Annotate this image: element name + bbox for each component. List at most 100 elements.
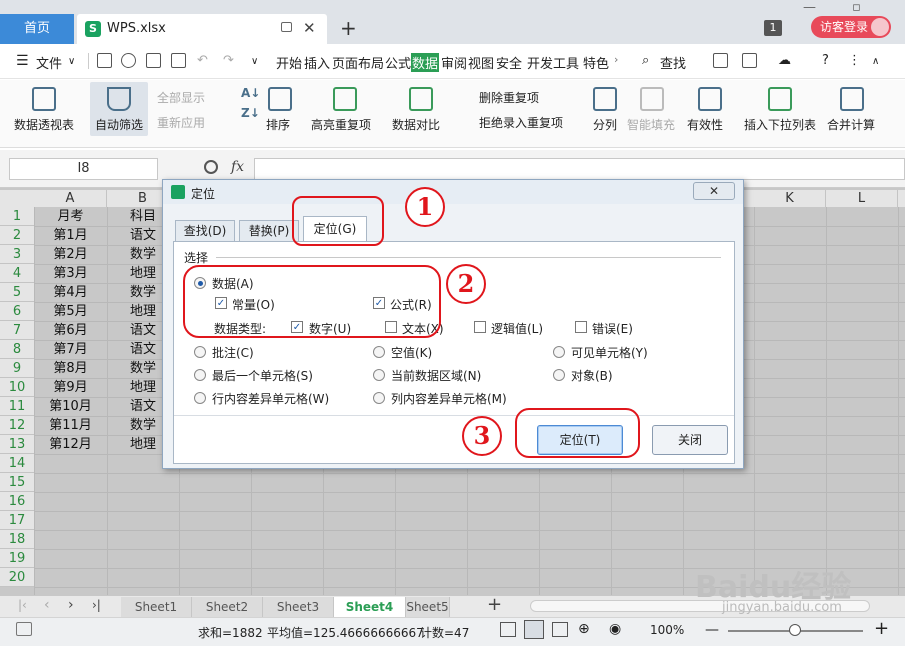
menu-security[interactable]: 安全 bbox=[496, 53, 522, 72]
login-button[interactable]: 访客登录 bbox=[811, 16, 891, 38]
name-box[interactable]: I8 bbox=[9, 158, 158, 180]
zoom-in-icon[interactable]: + bbox=[874, 618, 889, 639]
row-header[interactable]: 3 bbox=[0, 245, 34, 264]
cell-a[interactable]: 第12月 bbox=[34, 435, 107, 454]
file-tab[interactable]: S WPS.xlsx ✕ bbox=[77, 14, 327, 44]
row-header[interactable]: 1 bbox=[0, 207, 34, 226]
autofilter-button[interactable]: 自动筛选 bbox=[95, 116, 143, 133]
row-header[interactable]: 17 bbox=[0, 511, 34, 530]
radio-visible[interactable] bbox=[553, 346, 565, 358]
row-header[interactable]: 10 bbox=[0, 378, 34, 397]
consolidate-button[interactable]: 合并计算 bbox=[827, 116, 875, 133]
zoom-search-icon[interactable] bbox=[204, 160, 218, 174]
last-sheet-icon[interactable]: ›| bbox=[92, 598, 101, 612]
row-header[interactable]: 14 bbox=[0, 454, 34, 473]
dialog-titlebar[interactable]: 定位 ✕ bbox=[163, 180, 743, 204]
eye-protection-icon[interactable]: ◉ bbox=[609, 621, 621, 637]
insert-dropdown-button[interactable]: 插入下拉列表 bbox=[744, 116, 816, 133]
reject-duplicates-button[interactable]: 拒绝录入重复项 bbox=[479, 114, 563, 131]
row-header[interactable]: 12 bbox=[0, 416, 34, 435]
undo-icon[interactable]: ↶ bbox=[197, 53, 208, 68]
highlight-duplicates-button[interactable]: 高亮重复项 bbox=[311, 116, 371, 133]
select-all-corner[interactable] bbox=[0, 190, 34, 207]
print-icon[interactable] bbox=[146, 53, 161, 68]
show-all-button[interactable]: 全部显示 bbox=[157, 89, 205, 106]
redo-icon[interactable]: ↷ bbox=[223, 53, 234, 68]
smart-fill-button[interactable]: 智能填充 bbox=[627, 116, 675, 133]
cell-a[interactable]: 第3月 bbox=[34, 264, 107, 283]
close-button[interactable]: 关闭 bbox=[652, 425, 728, 455]
format-painter-icon[interactable] bbox=[121, 53, 136, 68]
row-header[interactable]: 11 bbox=[0, 397, 34, 416]
sheet-tab-1[interactable]: Sheet1 bbox=[121, 597, 192, 617]
row-header[interactable]: 4 bbox=[0, 264, 34, 283]
data-compare-icon[interactable] bbox=[409, 87, 433, 111]
row-header[interactable]: 15 bbox=[0, 473, 34, 492]
sheet-tab-3[interactable]: Sheet3 bbox=[263, 597, 334, 617]
column-header-l[interactable]: L bbox=[826, 190, 898, 207]
insert-dropdown-icon[interactable] bbox=[768, 87, 792, 111]
fx-icon[interactable]: fx bbox=[231, 159, 244, 175]
column-header-k[interactable]: K bbox=[754, 190, 826, 207]
split-column-button[interactable]: 分列 bbox=[593, 116, 617, 133]
cell-a[interactable]: 第8月 bbox=[34, 359, 107, 378]
share-icon[interactable] bbox=[713, 53, 728, 68]
sheet-tab-5[interactable]: Sheet5 bbox=[406, 597, 450, 617]
validity-icon[interactable] bbox=[698, 87, 722, 111]
formula-input[interactable] bbox=[254, 158, 905, 180]
consolidate-icon[interactable] bbox=[840, 87, 864, 111]
print-preview-icon[interactable] bbox=[171, 53, 186, 68]
normal-view-icon[interactable] bbox=[524, 620, 544, 639]
cell-a[interactable]: 第9月 bbox=[34, 378, 107, 397]
tab-find[interactable]: 查找(D) bbox=[175, 220, 235, 241]
row-header[interactable]: 13 bbox=[0, 435, 34, 454]
row-header[interactable]: 9 bbox=[0, 359, 34, 378]
cell-a[interactable]: 第7月 bbox=[34, 340, 107, 359]
hamburger-icon[interactable]: ☰ bbox=[16, 53, 29, 69]
maximize-icon[interactable]: ▫ bbox=[852, 0, 861, 15]
sheet-tab-2[interactable]: Sheet2 bbox=[192, 597, 263, 617]
cell-a[interactable]: 第2月 bbox=[34, 245, 107, 264]
smart-fill-icon[interactable] bbox=[640, 87, 664, 111]
menu-page-layout[interactable]: 页面布局 bbox=[332, 53, 384, 72]
cell-a[interactable]: 第11月 bbox=[34, 416, 107, 435]
checkbox-logical[interactable] bbox=[474, 321, 486, 333]
zoom-level[interactable]: 100% bbox=[650, 623, 684, 637]
radio-blank[interactable] bbox=[373, 346, 385, 358]
cloud-icon[interactable]: ☁ bbox=[778, 53, 791, 68]
column-header-a[interactable]: A bbox=[34, 190, 107, 207]
zoom-slider-handle[interactable] bbox=[789, 624, 801, 636]
menu-insert[interactable]: 插入 bbox=[304, 53, 330, 72]
menu-review[interactable]: 审阅 bbox=[441, 53, 467, 72]
first-sheet-icon[interactable]: |‹ bbox=[18, 598, 27, 612]
cell-a[interactable]: 第10月 bbox=[34, 397, 107, 416]
more-icon[interactable]: ⋮ bbox=[848, 53, 861, 68]
reapply-button[interactable]: 重新应用 bbox=[157, 114, 205, 131]
zoom-out-icon[interactable]: — bbox=[705, 622, 719, 638]
menu-special[interactable]: 特色 bbox=[583, 53, 609, 72]
sheet-tab-4[interactable]: Sheet4 bbox=[334, 597, 406, 617]
menu-data[interactable]: 数据 bbox=[411, 53, 440, 72]
row-header[interactable]: 18 bbox=[0, 530, 34, 549]
menu-formula[interactable]: 公式 bbox=[385, 53, 411, 72]
menu-start[interactable]: 开始 bbox=[276, 53, 302, 72]
close-tab-icon[interactable]: ✕ bbox=[303, 19, 316, 37]
search-label[interactable]: 查找 bbox=[660, 53, 686, 72]
validity-button[interactable]: 有效性 bbox=[687, 116, 723, 133]
menu-developer[interactable]: 开发工具 bbox=[527, 53, 579, 72]
radio-row-diff[interactable] bbox=[194, 392, 206, 404]
row-header[interactable]: 6 bbox=[0, 302, 34, 321]
radio-col-diff[interactable] bbox=[373, 392, 385, 404]
home-tab[interactable]: 首页 bbox=[0, 14, 74, 44]
sort-asc-icon[interactable]: A↓ bbox=[241, 86, 260, 100]
fullscreen-icon[interactable] bbox=[500, 622, 516, 637]
radio-object[interactable] bbox=[553, 369, 565, 381]
row-header[interactable]: 16 bbox=[0, 492, 34, 511]
next-sheet-icon[interactable]: › bbox=[68, 597, 74, 613]
row-header[interactable]: 7 bbox=[0, 321, 34, 340]
sort-desc-icon[interactable]: Z↓ bbox=[241, 106, 260, 120]
cell-a[interactable]: 第4月 bbox=[34, 283, 107, 302]
cell-a[interactable]: 第5月 bbox=[34, 302, 107, 321]
new-tab-button[interactable]: + bbox=[340, 16, 357, 40]
chevron-right-icon[interactable]: › bbox=[614, 53, 618, 66]
